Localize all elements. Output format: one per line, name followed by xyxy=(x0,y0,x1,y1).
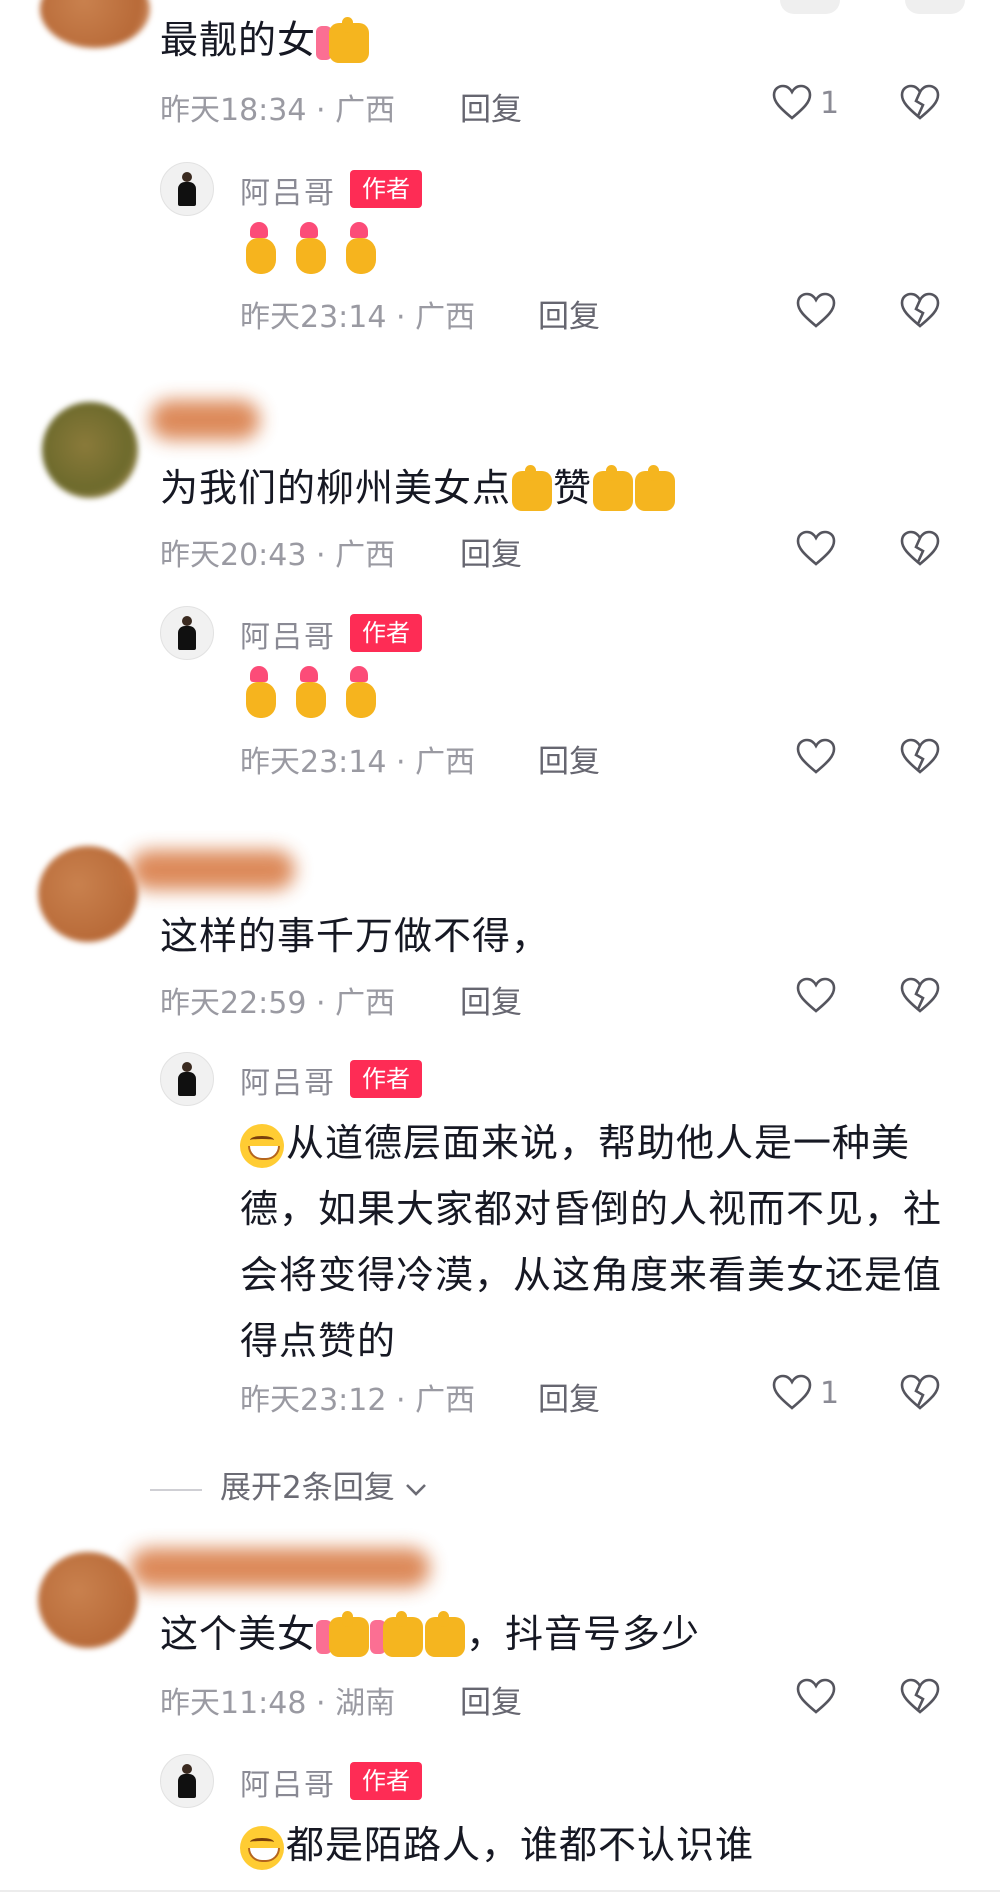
author-name[interactable]: 阿吕哥 xyxy=(240,168,336,212)
finger-heart-emoji xyxy=(240,666,286,722)
broken-heart-icon[interactable] xyxy=(900,530,940,566)
username-redacted xyxy=(150,400,260,440)
reply-button[interactable]: 回复 xyxy=(460,977,522,1022)
top-edge-button[interactable] xyxy=(780,0,840,14)
reply-meta: 昨天23:14 · 广西 xyxy=(240,745,476,780)
chevron-down-icon xyxy=(405,1483,426,1496)
broken-heart-icon[interactable] xyxy=(900,977,940,1013)
reply-button[interactable]: 回复 xyxy=(460,84,522,129)
author-name[interactable]: 阿吕哥 xyxy=(240,1058,336,1102)
like-heart-icon[interactable] xyxy=(772,1374,812,1410)
comment-meta: 昨天11:48 · 湖南 xyxy=(160,1686,396,1721)
like-heart-icon[interactable] xyxy=(796,530,836,566)
broken-heart-icon[interactable] xyxy=(900,1678,940,1714)
reply-meta: 昨天23:14 · 广西 xyxy=(240,300,476,335)
reply-button[interactable]: 回复 xyxy=(460,1677,522,1722)
top-edge-button[interactable] xyxy=(905,0,965,14)
finger-heart-emoji xyxy=(240,222,286,278)
comment-meta: 昨天22:59 · 广西 xyxy=(160,986,396,1021)
comment-meta: 昨天20:43 · 广西 xyxy=(160,538,396,573)
author-avatar[interactable] xyxy=(160,1052,214,1106)
finger-heart-emoji xyxy=(340,222,386,278)
like-heart-icon[interactable] xyxy=(796,738,836,774)
finger-heart-emoji xyxy=(290,222,336,278)
author-avatar[interactable] xyxy=(160,606,214,660)
reply-button[interactable]: 回复 xyxy=(538,736,600,781)
grinning-emoji xyxy=(240,1825,284,1870)
reply-button[interactable]: 回复 xyxy=(460,529,522,574)
like-heart-icon[interactable] xyxy=(796,292,836,328)
user-avatar[interactable] xyxy=(40,0,150,48)
reply-button[interactable]: 回复 xyxy=(538,291,600,336)
thumbs-up-emoji xyxy=(329,16,370,63)
comment-text: 为我们的柳州美女点赞 xyxy=(160,456,676,520)
author-name[interactable]: 阿吕哥 xyxy=(240,612,336,656)
thumbs-up-emoji xyxy=(425,1610,466,1657)
author-avatar[interactable] xyxy=(160,1754,214,1808)
thumbs-up-emoji xyxy=(329,1610,370,1657)
broken-heart-icon[interactable] xyxy=(900,1374,940,1410)
divider-line xyxy=(0,1890,1000,1892)
divider-line xyxy=(150,1488,202,1491)
user-avatar[interactable] xyxy=(42,402,138,498)
author-name[interactable]: 阿吕哥 xyxy=(240,1760,336,1804)
broken-heart-icon[interactable] xyxy=(900,292,940,328)
broken-heart-icon[interactable] xyxy=(900,738,940,774)
reply-text: 从道德层面来说，帮助他人是一种美德，如果大家都对昏倒的人视而不见，社会将变得冷漠… xyxy=(240,1121,943,1363)
reply-button[interactable]: 回复 xyxy=(538,1374,600,1419)
author-badge: 作者 xyxy=(350,1060,422,1098)
thumbs-up-emoji xyxy=(593,464,634,511)
expand-replies-button[interactable]: 展开2条回复 xyxy=(150,1462,427,1507)
username-redacted xyxy=(130,850,295,890)
like-count: 1 xyxy=(820,1376,840,1411)
comment-text: 这样的事千万做不得， xyxy=(160,914,551,958)
thumbs-up-emoji xyxy=(635,464,676,511)
author-avatar[interactable] xyxy=(160,162,214,216)
like-heart-icon[interactable] xyxy=(796,1678,836,1714)
comment-section: 最靓的女 昨天18:34 · 广西 回复 1 阿吕哥 作者 昨天23:14 · … xyxy=(0,0,1000,1902)
like-count: 1 xyxy=(820,86,840,121)
finger-heart-emoji xyxy=(290,666,336,722)
thumbs-up-emoji xyxy=(512,464,553,511)
reply-emojis xyxy=(240,666,390,722)
like-heart-icon[interactable] xyxy=(772,84,812,120)
reply-meta: 昨天23:12 · 广西 xyxy=(240,1383,476,1418)
user-avatar[interactable] xyxy=(38,846,138,942)
comment-meta: 昨天18:34 · 广西 xyxy=(160,93,396,128)
finger-heart-emoji xyxy=(340,666,386,722)
broken-heart-icon[interactable] xyxy=(900,84,940,120)
grinning-emoji xyxy=(240,1123,284,1168)
author-badge: 作者 xyxy=(350,170,422,208)
username-redacted xyxy=(130,1548,430,1588)
thumbs-up-emoji xyxy=(383,1610,424,1657)
like-heart-icon[interactable] xyxy=(796,977,836,1013)
user-avatar[interactable] xyxy=(38,1552,138,1648)
comment-text: 这个美女 ，抖音号多少 xyxy=(160,1610,701,1657)
reply-emojis xyxy=(240,222,390,278)
comment-text: 最靓的女 xyxy=(160,8,370,72)
reply-text: 都是陌路人，谁都不认识谁 xyxy=(240,1812,960,1878)
author-badge: 作者 xyxy=(350,1762,422,1800)
author-badge: 作者 xyxy=(350,614,422,652)
